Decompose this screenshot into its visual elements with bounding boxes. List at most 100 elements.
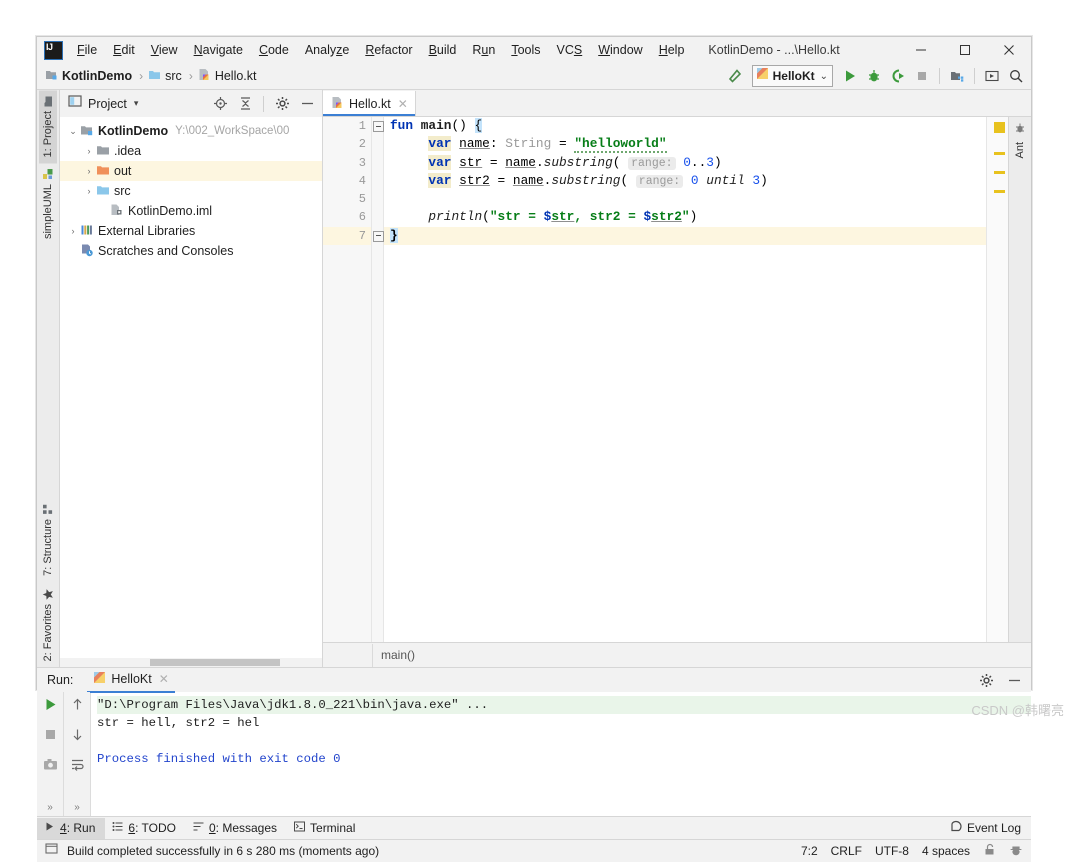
- screenshot-icon[interactable]: [43, 757, 58, 777]
- close-icon[interactable]: ✕: [159, 672, 169, 686]
- maximize-button[interactable]: [943, 37, 987, 63]
- build-hammer-icon[interactable]: [724, 65, 746, 87]
- rerun-icon[interactable]: [43, 697, 58, 717]
- run-configuration-selector[interactable]: HelloKt ⌄: [751, 65, 833, 87]
- down-arrow-icon[interactable]: [70, 727, 85, 747]
- menu-refactor[interactable]: Refactor: [357, 40, 420, 60]
- line-separator[interactable]: CRLF: [831, 844, 862, 858]
- chevron-right-icon[interactable]: ›: [82, 166, 96, 176]
- messages-icon: [193, 821, 204, 835]
- close-button[interactable]: [987, 37, 1031, 63]
- run-tool-window: Run: HelloKt ✕ » » "D:\Program Files\Jav…: [37, 667, 1031, 816]
- hide-run-panel-icon[interactable]: [1003, 669, 1025, 691]
- tree-label-out: out: [114, 164, 132, 178]
- menu-navigate[interactable]: Navigate: [186, 40, 251, 60]
- sidebar-item-project[interactable]: 1: Project: [39, 90, 57, 164]
- gear-icon[interactable]: [271, 93, 293, 115]
- collapse-all-icon[interactable]: [234, 93, 256, 115]
- menu-run[interactable]: Run: [464, 40, 503, 60]
- chevron-down-icon[interactable]: ⌄: [66, 126, 80, 137]
- run-with-coverage-button[interactable]: [887, 65, 909, 87]
- console-line-4: Process finished with exit code 0: [97, 752, 341, 766]
- minimize-button[interactable]: [899, 37, 943, 63]
- tree-label-scratches-and-consoles: Scratches and Consoles: [98, 244, 234, 258]
- line-number-6: 6: [358, 210, 366, 225]
- breadcrumb-kotlindemo[interactable]: KotlinDemo: [45, 68, 132, 84]
- stop-button[interactable]: [911, 65, 933, 87]
- menu-vcs[interactable]: VCS: [549, 40, 591, 60]
- chevron-right-icon[interactable]: ›: [82, 186, 96, 196]
- warning-marker-3[interactable]: [994, 190, 1005, 193]
- lock-icon[interactable]: [983, 843, 996, 859]
- chevron-right-icon[interactable]: ›: [66, 226, 80, 236]
- close-icon[interactable]: ✕: [398, 97, 408, 111]
- breadcrumb-src[interactable]: src: [148, 68, 182, 84]
- search-everywhere-icon[interactable]: [1005, 65, 1027, 87]
- indent-setting[interactable]: 4 spaces: [922, 844, 970, 858]
- bottom-tab-todo[interactable]: 6: TODO: [105, 818, 186, 839]
- sidebar-item-favorites[interactable]: 2: Favorites: [39, 582, 57, 667]
- sidebar-item-ant[interactable]: Ant: [1014, 142, 1026, 159]
- event-log-button[interactable]: Event Log: [949, 820, 1021, 836]
- menu-file[interactable]: File: [69, 40, 105, 60]
- more-nav-chevron[interactable]: »: [74, 802, 80, 813]
- sidebar-item-structure[interactable]: 7: Structure: [39, 498, 57, 582]
- gear-icon[interactable]: [975, 669, 997, 691]
- editor-marker-gutter[interactable]: [986, 117, 1008, 642]
- hector-icon[interactable]: [1009, 843, 1023, 860]
- menu-window[interactable]: Window: [590, 40, 650, 60]
- bottom-tab-terminal[interactable]: Terminal: [287, 818, 365, 839]
- stop-icon[interactable]: [43, 727, 58, 747]
- tree-node-src[interactable]: › src: [60, 181, 322, 201]
- caret-position[interactable]: 7:2: [801, 844, 818, 858]
- run-anything-icon[interactable]: [981, 65, 1003, 87]
- project-structure-icon[interactable]: [946, 65, 968, 87]
- warning-marker-2[interactable]: [994, 171, 1005, 174]
- run-console-output[interactable]: "D:\Program Files\Java\jdk1.8.0_221\bin\…: [90, 692, 1031, 816]
- tab-hello-kt[interactable]: Hello.kt ✕: [323, 91, 416, 116]
- hide-panel-icon[interactable]: [296, 93, 318, 115]
- menu-edit[interactable]: Edit: [105, 40, 143, 60]
- menu-help[interactable]: Help: [651, 40, 693, 60]
- tree-node-scratches-and-consoles[interactable]: Scratches and Consoles: [60, 241, 322, 261]
- file-encoding[interactable]: UTF-8: [875, 844, 909, 858]
- breadcrumb-separator-2: ›: [188, 69, 193, 83]
- line-number-1: 1: [358, 119, 366, 133]
- tree-path-kotlindemo: Y:\002_WorkSpace\00: [175, 125, 290, 137]
- tree-node-kotlindemo-iml[interactable]: KotlinDemo.iml: [60, 201, 322, 221]
- warning-marker-box[interactable]: [994, 122, 1005, 133]
- tree-node-idea[interactable]: › .idea: [60, 141, 322, 161]
- fold-marker-1[interactable]: [372, 117, 384, 135]
- title-bar: File Edit View Navigate Code Analyze Ref…: [37, 37, 1031, 63]
- tree-node-external-libraries[interactable]: › External Libraries: [60, 221, 322, 241]
- chevron-right-icon[interactable]: ›: [82, 146, 96, 156]
- menu-analyze[interactable]: Analyze: [297, 40, 357, 60]
- tree-node-kotlindemo[interactable]: ⌄ KotlinDemo Y:\002_WorkSpace\00: [60, 121, 322, 141]
- menu-build[interactable]: Build: [421, 40, 465, 60]
- menu-view[interactable]: View: [143, 40, 186, 60]
- bottom-tab-messages[interactable]: 0: Messages: [186, 818, 287, 839]
- code-text[interactable]: fun main() { var name: String = "hellowo…: [384, 117, 986, 642]
- warning-marker-1[interactable]: [994, 152, 1005, 155]
- up-arrow-icon[interactable]: [70, 697, 85, 717]
- project-scrollbar-thumb[interactable]: [150, 659, 280, 666]
- event-log-icon: [949, 820, 962, 836]
- chevron-down-icon[interactable]: ⌄: [820, 71, 828, 82]
- module-icon: [45, 68, 58, 84]
- soft-wrap-icon[interactable]: [70, 757, 85, 777]
- menu-tools[interactable]: Tools: [503, 40, 548, 60]
- run-button[interactable]: [839, 65, 861, 87]
- run-tab-hellokt[interactable]: HelloKt ✕: [87, 668, 175, 693]
- debug-button[interactable]: [863, 65, 885, 87]
- fold-marker-7[interactable]: [372, 227, 384, 245]
- more-actions-chevron[interactable]: »: [47, 802, 53, 813]
- sidebar-item-simpleuml[interactable]: simpleUML: [39, 163, 57, 245]
- bottom-tab-run[interactable]: 4: Run: [37, 817, 106, 839]
- project-scope-chevron-icon[interactable]: ▾: [134, 98, 139, 109]
- menu-code[interactable]: Code: [251, 40, 297, 60]
- tree-node-out[interactable]: › out: [60, 161, 322, 181]
- locate-file-icon[interactable]: [209, 93, 231, 115]
- breadcrumb-hello-kt[interactable]: Hello.kt: [198, 68, 257, 84]
- project-horizontal-scrollbar[interactable]: [60, 658, 322, 667]
- editor-breadcrumb-main[interactable]: main(): [373, 648, 415, 662]
